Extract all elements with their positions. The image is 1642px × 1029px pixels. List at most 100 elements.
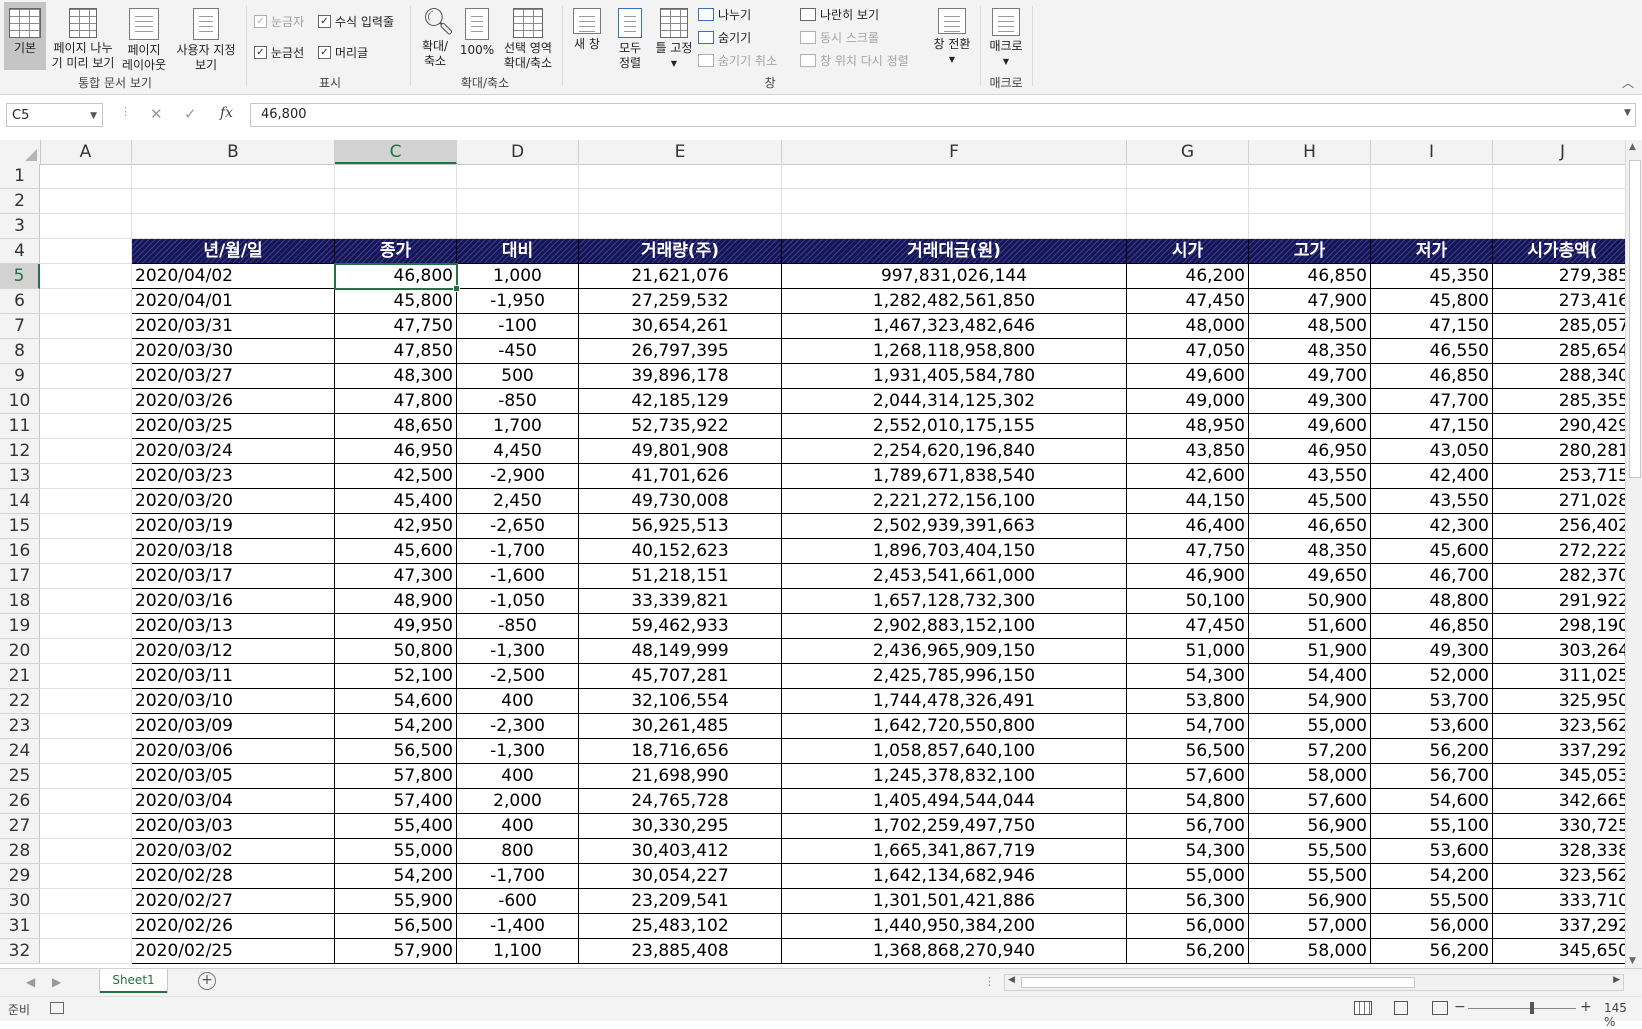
cell-h18[interactable]: 50,900 <box>1249 589 1371 614</box>
cell-d18[interactable]: -1,050 <box>457 589 579 614</box>
cell-e17[interactable]: 51,218,151 <box>579 564 782 589</box>
cell-j20[interactable]: 303,264 <box>1493 639 1625 664</box>
cell-j12[interactable]: 280,281 <box>1493 439 1625 464</box>
cell-g20[interactable]: 51,000 <box>1127 639 1249 664</box>
cell-i29[interactable]: 54,200 <box>1371 864 1493 889</box>
cell-e27[interactable]: 30,330,295 <box>579 814 782 839</box>
cell-b28[interactable]: 2020/03/02 <box>132 839 335 864</box>
cell-e19[interactable]: 59,462,933 <box>579 614 782 639</box>
cancel-icon[interactable]: ✕ <box>150 105 163 123</box>
cell-j19[interactable]: 298,190 <box>1493 614 1625 639</box>
cell-b16[interactable]: 2020/03/18 <box>132 539 335 564</box>
cell-b15[interactable]: 2020/03/19 <box>132 514 335 539</box>
cell-g9[interactable]: 49,600 <box>1127 364 1249 389</box>
row-header[interactable]: 16 <box>0 539 40 564</box>
cell-j23[interactable]: 323,562 <box>1493 714 1625 739</box>
zoom-level[interactable]: 145 % <box>1604 1001 1642 1029</box>
cell-b1[interactable] <box>132 164 335 189</box>
cell-h28[interactable]: 55,500 <box>1249 839 1371 864</box>
page-break-view-icon[interactable] <box>1432 1001 1448 1015</box>
row-header[interactable]: 21 <box>0 664 40 689</box>
formula-input[interactable]: 46,800 <box>250 103 1636 127</box>
cell-f29[interactable]: 1,642,134,682,946 <box>782 864 1127 889</box>
cell-e12[interactable]: 49,801,908 <box>579 439 782 464</box>
cell-g2[interactable] <box>1127 189 1249 214</box>
cell-j28[interactable]: 328,338 <box>1493 839 1625 864</box>
arrange-all-button[interactable]: 모두 정렬 <box>610 2 650 70</box>
cell-e18[interactable]: 33,339,821 <box>579 589 782 614</box>
cell-h23[interactable]: 55,000 <box>1249 714 1371 739</box>
cell-b23[interactable]: 2020/03/09 <box>132 714 335 739</box>
cell-b17[interactable]: 2020/03/17 <box>132 564 335 589</box>
row-header[interactable]: 1 <box>0 164 40 189</box>
cell-g29[interactable]: 55,000 <box>1127 864 1249 889</box>
table-header-cell[interactable]: 고가 <box>1249 239 1371 264</box>
cell-h26[interactable]: 57,600 <box>1249 789 1371 814</box>
cell-f12[interactable]: 2,254,620,196,840 <box>782 439 1127 464</box>
cell-d16[interactable]: -1,700 <box>457 539 579 564</box>
cell-f8[interactable]: 1,268,118,958,800 <box>782 339 1127 364</box>
zoom-to-selection-button[interactable]: 선택 영역 확대/축소 <box>498 2 558 70</box>
row-header[interactable]: 6 <box>0 289 40 314</box>
sheet-tab-sheet1[interactable]: Sheet1 <box>100 969 167 993</box>
cell-g17[interactable]: 46,900 <box>1127 564 1249 589</box>
cell-d3[interactable] <box>457 214 579 239</box>
cell-f26[interactable]: 1,405,494,544,044 <box>782 789 1127 814</box>
cell-j8[interactable]: 285,654 <box>1493 339 1625 364</box>
row-header[interactable]: 30 <box>0 889 40 914</box>
scroll-right-icon[interactable]: ▶ <box>1613 975 1620 985</box>
cell-g10[interactable]: 49,000 <box>1127 389 1249 414</box>
cell-b29[interactable]: 2020/02/28 <box>132 864 335 889</box>
cell-a4[interactable] <box>40 239 132 264</box>
cell-i13[interactable]: 42,400 <box>1371 464 1493 489</box>
cell-c11[interactable]: 48,650 <box>335 414 457 439</box>
cell-c17[interactable]: 47,300 <box>335 564 457 589</box>
cell-a23[interactable] <box>40 714 132 739</box>
freeze-panes-button[interactable]: 틀 고정 ▼ <box>652 2 696 70</box>
cell-h15[interactable]: 46,650 <box>1249 514 1371 539</box>
cell-i32[interactable]: 56,200 <box>1371 939 1493 964</box>
cell-i5[interactable]: 45,350 <box>1371 264 1493 289</box>
cell-c15[interactable]: 42,950 <box>335 514 457 539</box>
cell-j13[interactable]: 253,715 <box>1493 464 1625 489</box>
cell-j6[interactable]: 273,416 <box>1493 289 1625 314</box>
row-header[interactable]: 32 <box>0 939 40 964</box>
split-button[interactable]: 나누기 <box>698 6 751 23</box>
cell-a28[interactable] <box>40 839 132 864</box>
scroll-thumb[interactable] <box>1629 160 1641 478</box>
cell-c6[interactable]: 45,800 <box>335 289 457 314</box>
cell-a10[interactable] <box>40 389 132 414</box>
cell-d24[interactable]: -1,300 <box>457 739 579 764</box>
cell-a30[interactable] <box>40 889 132 914</box>
cell-f5[interactable]: 997,831,026,144 <box>782 264 1127 289</box>
cell-f1[interactable] <box>782 164 1127 189</box>
cell-c7[interactable]: 47,750 <box>335 314 457 339</box>
cell-i15[interactable]: 42,300 <box>1371 514 1493 539</box>
cell-e8[interactable]: 26,797,395 <box>579 339 782 364</box>
cell-h20[interactable]: 51,900 <box>1249 639 1371 664</box>
cell-a12[interactable] <box>40 439 132 464</box>
cell-c13[interactable]: 42,500 <box>335 464 457 489</box>
zoom-button[interactable]: 🔍︎ 확대/ 축소 <box>414 2 456 70</box>
cell-d20[interactable]: -1,300 <box>457 639 579 664</box>
headings-checkbox[interactable]: ✓ 머리글 <box>318 44 368 61</box>
row-header[interactable]: 11 <box>0 414 40 439</box>
row-header[interactable]: 31 <box>0 914 40 939</box>
cell-f21[interactable]: 2,425,785,996,150 <box>782 664 1127 689</box>
cell-h25[interactable]: 58,000 <box>1249 764 1371 789</box>
cell-i9[interactable]: 46,850 <box>1371 364 1493 389</box>
row-header[interactable]: 18 <box>0 589 40 614</box>
cell-f19[interactable]: 2,902,883,152,100 <box>782 614 1127 639</box>
column-header-g[interactable]: G <box>1127 140 1249 164</box>
cell-a31[interactable] <box>40 914 132 939</box>
cell-c30[interactable]: 55,900 <box>335 889 457 914</box>
column-header-f[interactable]: F <box>782 140 1127 164</box>
scroll-thumb[interactable] <box>1021 977 1415 988</box>
cell-i16[interactable]: 45,600 <box>1371 539 1493 564</box>
cell-h1[interactable] <box>1249 164 1371 189</box>
cell-h3[interactable] <box>1249 214 1371 239</box>
cell-e6[interactable]: 27,259,532 <box>579 289 782 314</box>
cell-e30[interactable]: 23,209,541 <box>579 889 782 914</box>
cell-h12[interactable]: 46,950 <box>1249 439 1371 464</box>
cell-d10[interactable]: -850 <box>457 389 579 414</box>
